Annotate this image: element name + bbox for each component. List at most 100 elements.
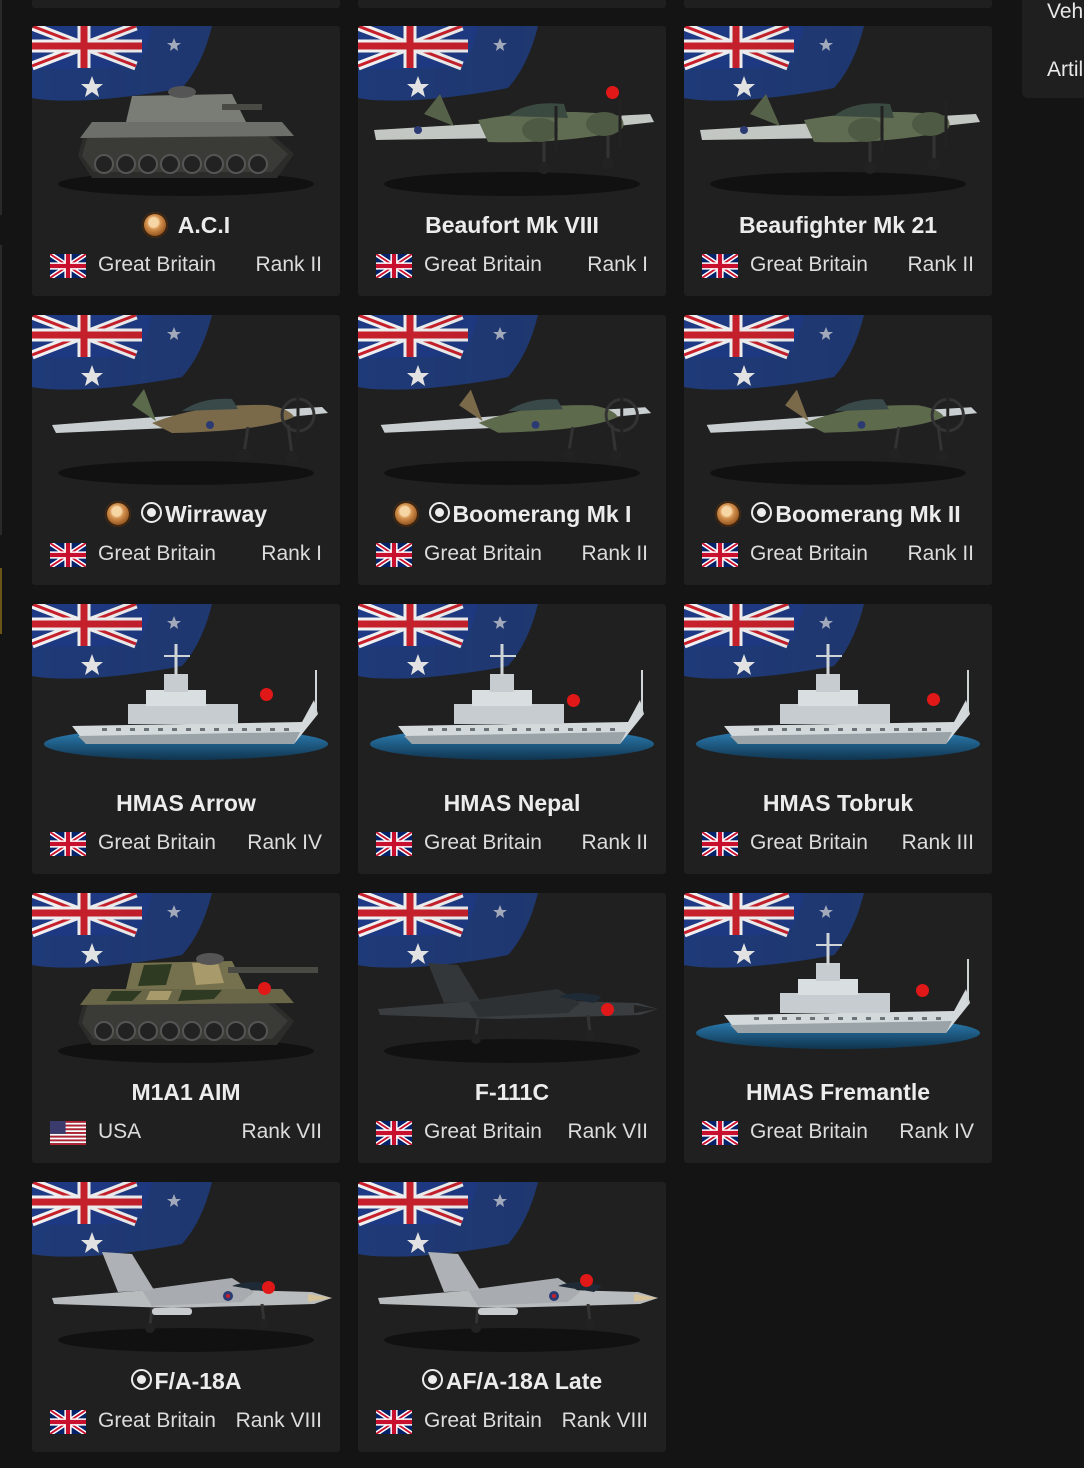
vehicle-country: Great Britain [424, 1120, 542, 1143]
vehicle-card[interactable]: F-111C Great Britain Rank VII [358, 893, 666, 1163]
vehicle-card[interactable]: Wirraway Great Britain Rank I [32, 315, 340, 585]
side-item-vehicles[interactable]: Vehicles [1047, 0, 1084, 24]
uk-flag-icon [374, 541, 414, 569]
vehicle-name-text: F-111C [474, 1079, 550, 1105]
premium-target-icon [421, 1369, 443, 1390]
medal-icon [392, 501, 419, 527]
vehicle-name: HMAS Arrow [32, 790, 340, 817]
vehicle-image [358, 1182, 666, 1362]
vehicle-card[interactable]: HMAS Arrow Great Britain Rank IV [32, 604, 340, 874]
vehicle-rank: Rank VII [567, 1120, 648, 1143]
new-indicator-dot [916, 984, 929, 997]
vehicle-card[interactable]: HMAS Fremantle Great Britain Rank IV [684, 893, 992, 1163]
vehicle-image [32, 893, 340, 1073]
side-item-artillery[interactable]: Artillery [1047, 58, 1084, 82]
uk-flag-icon [48, 1408, 88, 1436]
vehicle-name-text: HMAS Arrow [116, 790, 256, 816]
premium-target-icon [751, 502, 773, 523]
new-indicator-dot [606, 86, 619, 99]
new-indicator-dot [567, 694, 580, 707]
side-panel: Vehicles Artillery [1022, 0, 1084, 98]
vehicle-card[interactable]: Boomerang Mk II Great Britain Rank II [684, 315, 992, 585]
vehicle-name: HMAS Fremantle [684, 1079, 992, 1106]
medal-icon [141, 212, 168, 238]
vehicle-card[interactable]: HMAS Tobruk Great Britain Rank III [684, 604, 992, 874]
vehicle-rank: Rank II [907, 253, 974, 276]
vehicle-image [32, 26, 340, 206]
vehicle-name-text: HMAS Fremantle [745, 1079, 931, 1105]
vehicle-country: Great Britain [98, 831, 216, 854]
vehicle-image [358, 26, 666, 206]
vehicle-name: Boomerang Mk II [684, 501, 992, 528]
vehicle-country: Great Britain [750, 1120, 868, 1143]
vehicle-image [684, 604, 992, 784]
new-indicator-dot [258, 982, 271, 995]
vehicle-country: Great Britain [98, 1409, 216, 1432]
vehicle-rank: Rank I [587, 253, 648, 276]
uk-flag-icon [700, 541, 740, 569]
vehicle-rank: Rank III [901, 831, 974, 854]
vehicle-card[interactable]: HMAS Nepal Great Britain Rank II [358, 604, 666, 874]
premium-target-icon [428, 502, 450, 523]
vehicle-card[interactable]: F/A-18A Great Britain Rank VIII [32, 1182, 340, 1452]
vehicle-name-text: Boomerang Mk I [452, 501, 632, 527]
vehicle-card[interactable]: Beaufighter Mk 21 Great Britain Rank II [684, 26, 992, 296]
uk-flag-icon [700, 252, 740, 280]
vehicle-image [32, 1182, 340, 1362]
vehicle-name-text: HMAS Tobruk [762, 790, 914, 816]
premium-target-icon [130, 1369, 152, 1390]
vehicle-country: Great Britain [424, 1409, 542, 1432]
vehicle-card[interactable]: M1A1 AIM USA Rank VII [32, 893, 340, 1163]
vehicle-country: USA [98, 1120, 142, 1143]
vehicle-country: Great Britain [750, 542, 868, 565]
uk-flag-icon [700, 830, 740, 858]
uk-flag-icon [374, 1408, 414, 1436]
uk-flag-icon [700, 1119, 740, 1147]
vehicle-name: Beaufighter Mk 21 [684, 212, 992, 239]
premium-target-icon [140, 502, 162, 523]
vehicle-name: Beaufort Mk VIII [358, 212, 666, 239]
vehicle-country: Great Britain [424, 542, 542, 565]
vehicle-name: A.C.I [32, 212, 340, 239]
vehicle-country: Great Britain [424, 253, 542, 276]
vehicle-image [32, 604, 340, 784]
medal-icon [104, 501, 131, 527]
vehicle-name: AF/A-18A Late [358, 1368, 666, 1395]
uk-flag-icon [48, 830, 88, 858]
vehicle-rank: Rank VII [241, 1120, 322, 1143]
vehicle-name-text: HMAS Nepal [443, 790, 581, 816]
left-divider [0, 245, 2, 535]
card-above-1[interactable] [32, 0, 340, 8]
vehicle-image [32, 315, 340, 495]
vehicle-country: Great Britain [750, 831, 868, 854]
vehicle-name: F/A-18A [32, 1368, 340, 1395]
uk-flag-icon [374, 830, 414, 858]
vehicle-card[interactable]: AF/A-18A Late Great Britain Rank VIII [358, 1182, 666, 1452]
vehicle-rank: Rank II [581, 831, 648, 854]
vehicle-card[interactable]: Boomerang Mk I Great Britain Rank II [358, 315, 666, 585]
new-indicator-dot [601, 1003, 614, 1016]
vehicle-name-text: A.C.I [177, 212, 231, 238]
uk-flag-icon [48, 541, 88, 569]
card-above-2[interactable] [358, 0, 666, 8]
card-above-3[interactable] [684, 0, 992, 8]
vehicle-name-text: M1A1 AIM [131, 1079, 241, 1105]
vehicle-image [684, 26, 992, 206]
uk-flag-icon [48, 252, 88, 280]
vehicle-name: M1A1 AIM [32, 1079, 340, 1106]
vehicle-name-text: Beaufighter Mk 21 [738, 212, 938, 238]
vehicle-image [684, 315, 992, 495]
vehicle-name-text: F/A-18A [154, 1368, 242, 1394]
vehicle-rank: Rank IV [247, 831, 322, 854]
vehicle-rank: Rank IV [899, 1120, 974, 1143]
vehicle-image [358, 893, 666, 1073]
vehicle-name: Wirraway [32, 501, 340, 528]
uk-flag-icon [374, 252, 414, 280]
vehicle-image [358, 604, 666, 784]
vehicle-name-text: Beaufort Mk VIII [425, 212, 599, 238]
usa-flag-icon [50, 1121, 86, 1145]
vehicle-card[interactable]: A.C.I Great Britain Rank II [32, 26, 340, 296]
left-divider [0, 0, 2, 215]
vehicle-card[interactable]: Beaufort Mk VIII Great Britain Rank I [358, 26, 666, 296]
medal-icon [715, 501, 742, 527]
